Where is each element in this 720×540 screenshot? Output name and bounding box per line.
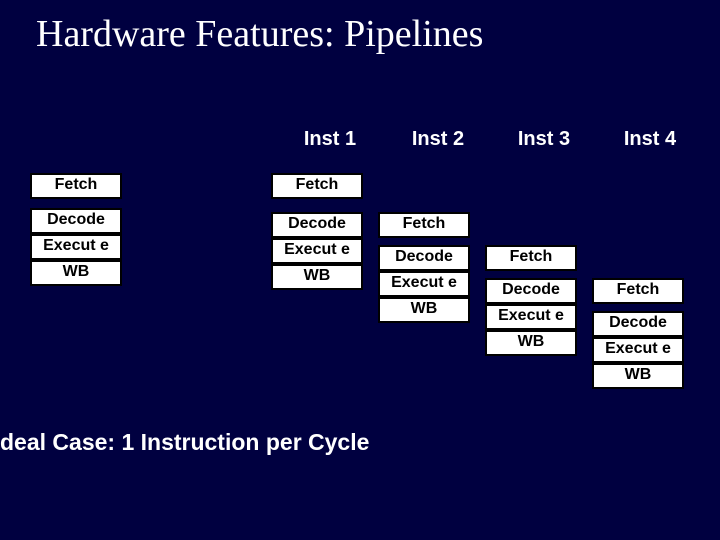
inst4-wb: WB <box>592 363 684 389</box>
inst2-fetch: Fetch <box>378 212 470 238</box>
legend-fetch: Fetch <box>30 173 122 199</box>
inst1-fetch: Fetch <box>271 173 363 199</box>
caption: deal Case: 1 Instruction per Cycle <box>0 429 369 456</box>
inst3-wb: WB <box>485 330 577 356</box>
inst3-decode: Decode <box>485 278 577 304</box>
col-label-inst2: Inst 2 <box>388 128 488 151</box>
inst3-execute: Execut e <box>485 304 577 330</box>
inst2-execute: Execut e <box>378 271 470 297</box>
inst4-execute: Execut e <box>592 337 684 363</box>
legend-wb: WB <box>30 260 122 286</box>
legend-execute: Execut e <box>30 234 122 260</box>
inst2-wb: WB <box>378 297 470 323</box>
slide-title: Hardware Features: Pipelines <box>36 12 483 56</box>
col-label-inst4: Inst 4 <box>600 128 700 151</box>
inst4-decode: Decode <box>592 311 684 337</box>
inst1-wb: WB <box>271 264 363 290</box>
inst1-execute: Execut e <box>271 238 363 264</box>
col-label-inst3: Inst 3 <box>494 128 594 151</box>
inst2-decode: Decode <box>378 245 470 271</box>
inst4-fetch: Fetch <box>592 278 684 304</box>
inst3-fetch: Fetch <box>485 245 577 271</box>
legend-stack: Fetch Decode Execut e WB <box>30 173 122 286</box>
legend-decode: Decode <box>30 208 122 234</box>
inst1-decode: Decode <box>271 212 363 238</box>
col-label-inst1: Inst 1 <box>280 128 380 151</box>
